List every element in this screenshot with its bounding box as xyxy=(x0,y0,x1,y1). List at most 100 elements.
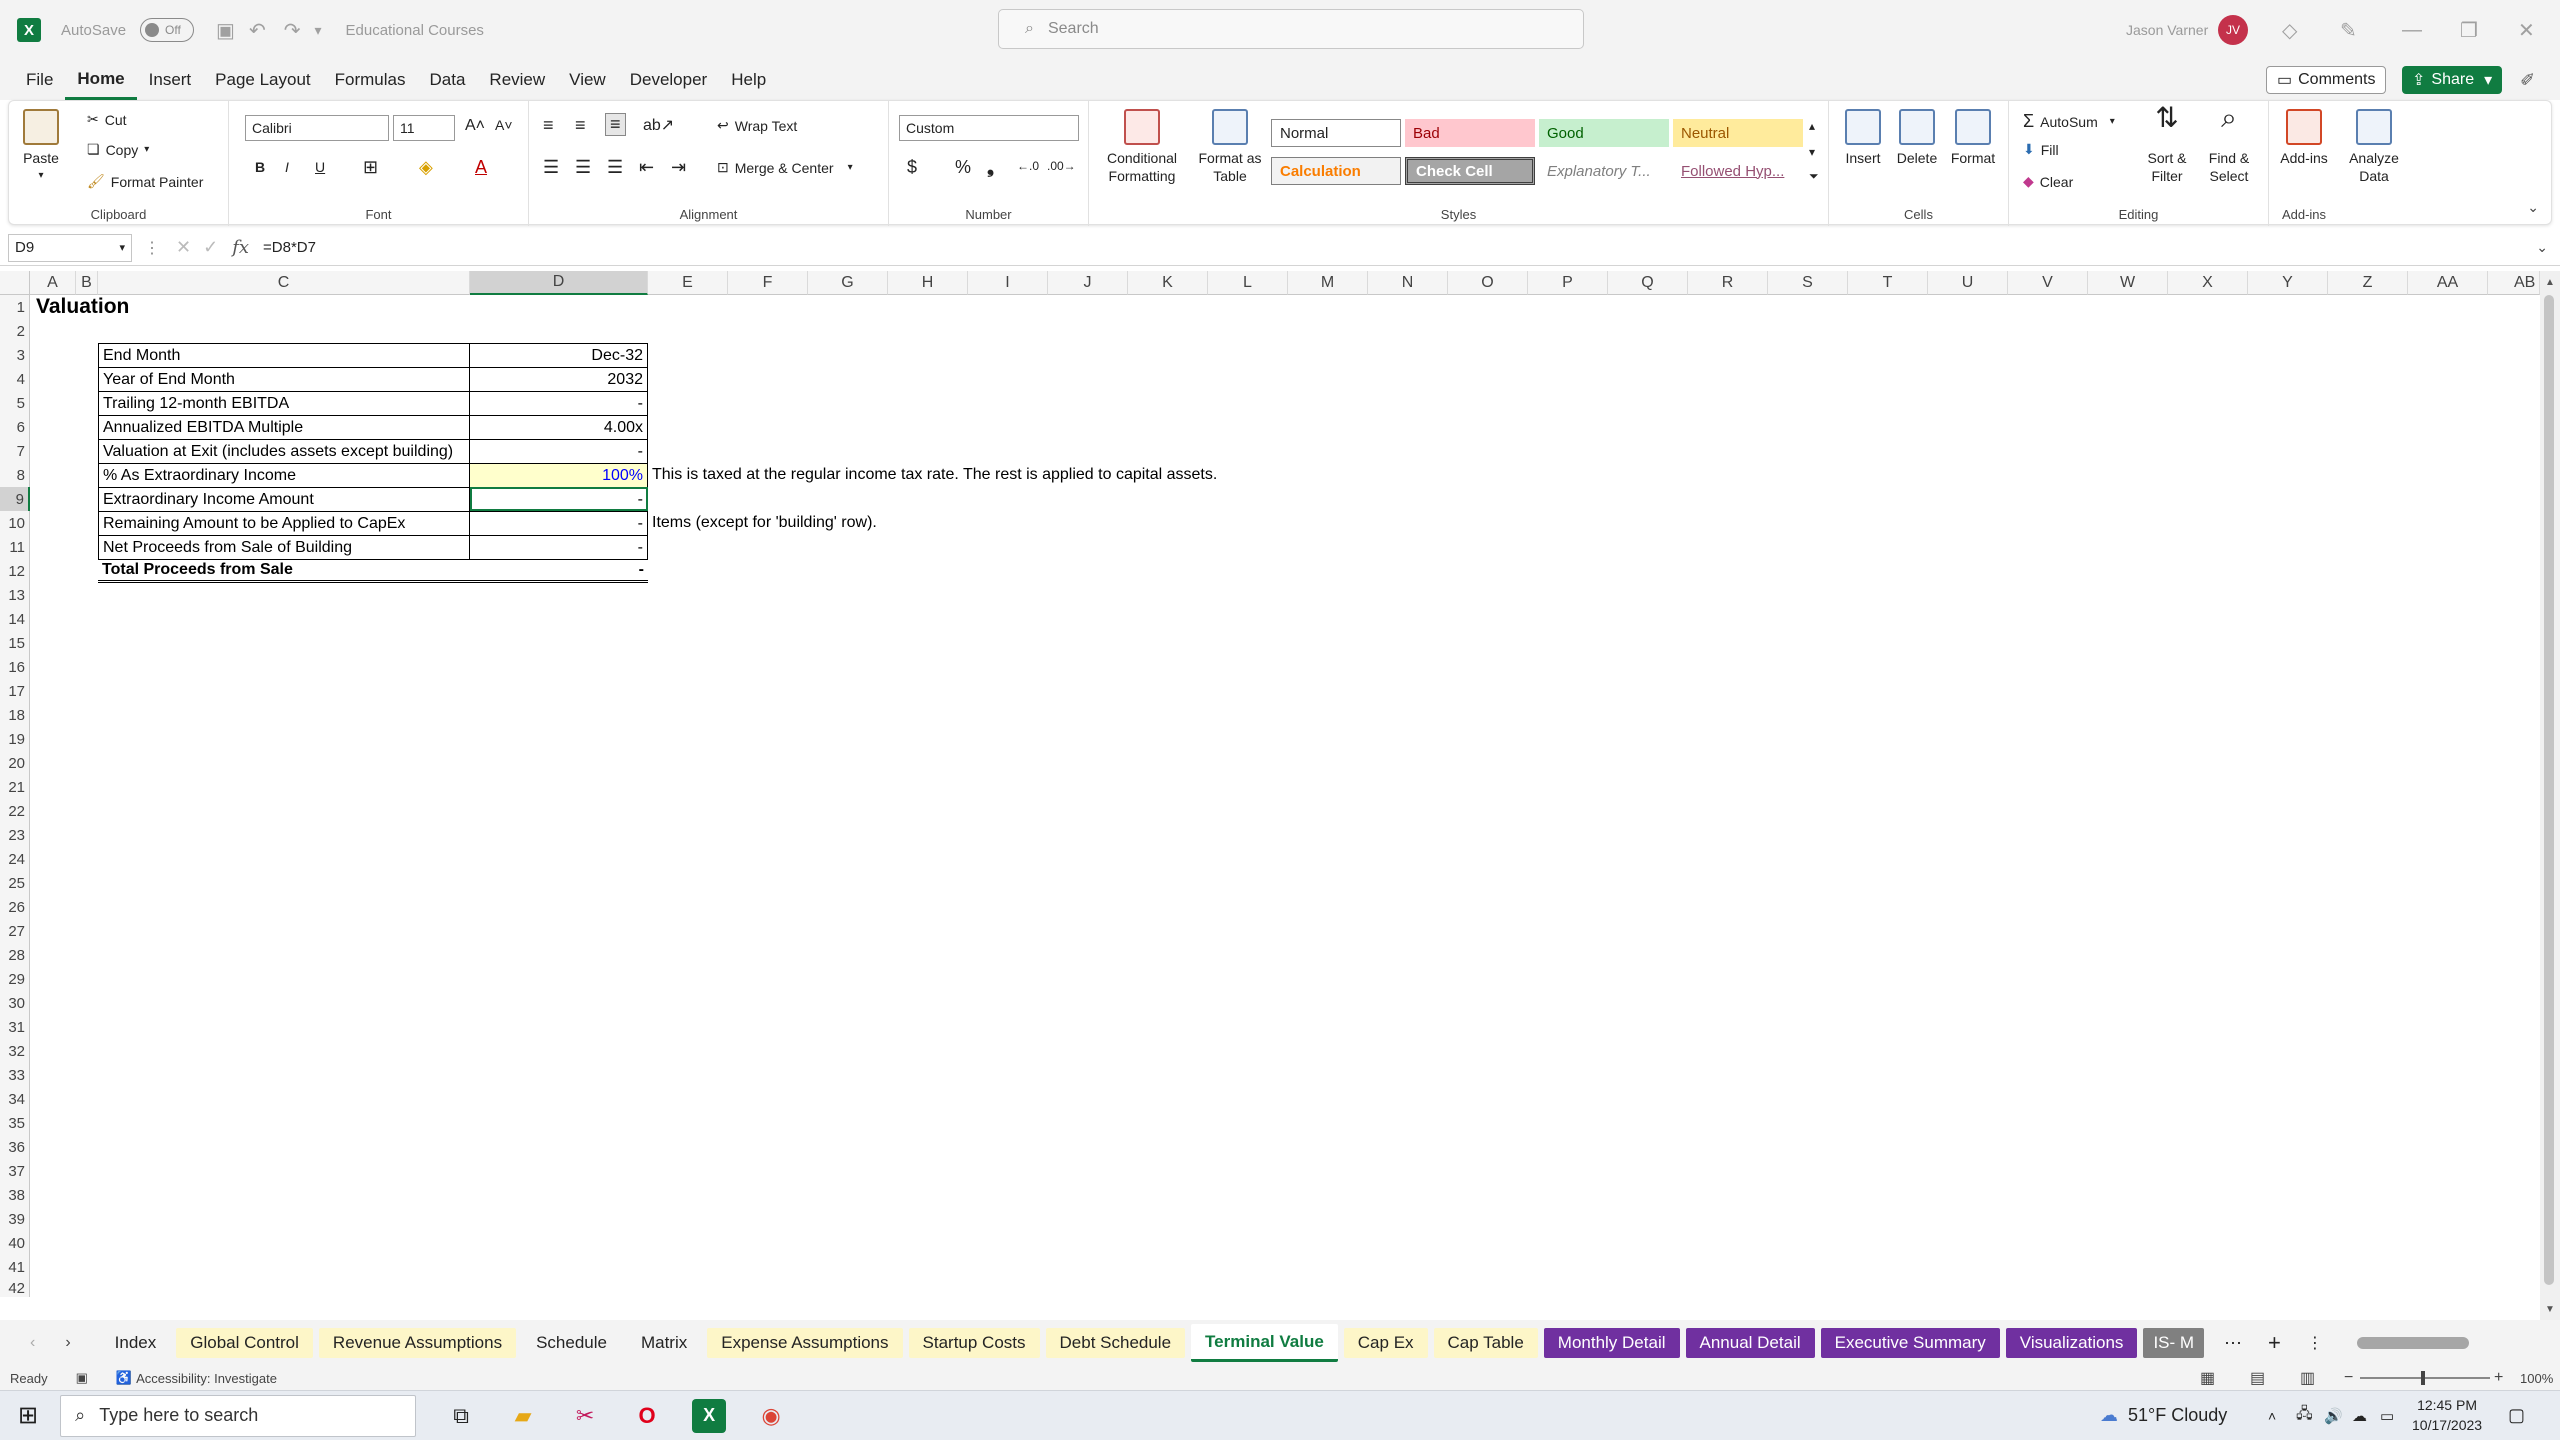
row-header[interactable]: 31 xyxy=(0,1015,30,1039)
snipping-tool-icon[interactable]: ✂ xyxy=(568,1399,602,1433)
table-row-label[interactable]: End Month xyxy=(98,343,470,367)
cut-button[interactable]: ✂ Cut xyxy=(87,111,127,128)
sheet-tab-active[interactable]: Terminal Value xyxy=(1191,1324,1338,1362)
row-header[interactable]: 3 xyxy=(0,343,30,367)
font-color-icon[interactable]: A xyxy=(475,157,487,178)
row-header[interactable]: 39 xyxy=(0,1207,30,1231)
style-explanatory[interactable]: Explanatory T... xyxy=(1539,157,1669,185)
zoom-slider[interactable] xyxy=(2360,1371,2490,1385)
column-header[interactable]: AA xyxy=(2408,271,2488,295)
sheet-tab[interactable]: Revenue Assumptions xyxy=(318,1328,517,1358)
column-header[interactable]: H xyxy=(888,271,968,295)
menu-insert[interactable]: Insert xyxy=(137,60,204,100)
row-header[interactable]: 12 xyxy=(0,559,30,583)
style-calculation[interactable]: Calculation xyxy=(1271,157,1401,185)
name-box[interactable]: D9 ▾ xyxy=(8,233,132,262)
diamond-icon[interactable]: ◇ xyxy=(2282,18,2297,43)
column-header[interactable]: A xyxy=(30,271,76,295)
tab-scroll-left-icon[interactable]: ‹ xyxy=(30,1334,35,1352)
row-header[interactable]: 20 xyxy=(0,751,30,775)
orientation-icon[interactable]: ab↗ xyxy=(643,115,674,135)
format-painter-button[interactable]: 🖌 Format Painter xyxy=(87,173,203,190)
row-header[interactable]: 23 xyxy=(0,823,30,847)
row-header[interactable]: 28 xyxy=(0,943,30,967)
row-header[interactable]: 10 xyxy=(0,511,30,535)
row-header[interactable]: 24 xyxy=(0,847,30,871)
row-header[interactable]: 25 xyxy=(0,871,30,895)
row-header[interactable]: 22 xyxy=(0,799,30,823)
currency-icon[interactable]: $ xyxy=(907,157,917,178)
percent-icon[interactable]: % xyxy=(955,157,971,178)
windows-start-icon[interactable]: ⊞ xyxy=(18,1401,38,1430)
search-box[interactable]: ⌕ Search xyxy=(998,9,1584,49)
table-row-label[interactable]: Extraordinary Income Amount xyxy=(98,487,470,511)
column-header[interactable]: L xyxy=(1208,271,1288,295)
row-header[interactable]: 7 xyxy=(0,439,30,463)
align-right-icon[interactable]: ☰ xyxy=(607,157,623,178)
sheet-options-icon[interactable]: ⋮ xyxy=(2307,1333,2323,1353)
show-hidden-icons-icon[interactable]: ˄ xyxy=(2268,1408,2276,1424)
style-neutral[interactable]: Neutral xyxy=(1673,119,1803,147)
decrease-font-icon[interactable]: A˅ xyxy=(495,117,513,133)
style-followed-hyperlink[interactable]: Followed Hyp... xyxy=(1673,157,1803,185)
formula-input[interactable]: =D8*D7 xyxy=(263,239,316,256)
sort-filter-button[interactable]: ⇅ Sort & Filter xyxy=(2139,104,2195,185)
ribbon-mode-icon[interactable]: ✐ xyxy=(2520,70,2535,91)
selected-cell-d9[interactable]: - xyxy=(470,487,648,511)
macro-record-icon[interactable]: ▣ xyxy=(76,1370,88,1386)
row-header[interactable]: 18 xyxy=(0,703,30,727)
insert-cells-button[interactable]: Insert xyxy=(1837,109,1889,167)
row-header[interactable]: 16 xyxy=(0,655,30,679)
table-row-value[interactable]: Dec-32 xyxy=(470,343,648,367)
wrap-text-button[interactable]: ↩ Wrap Text xyxy=(717,117,797,134)
menu-data[interactable]: Data xyxy=(418,60,478,100)
volume-icon[interactable]: 🔊 xyxy=(2324,1407,2343,1425)
menu-formulas[interactable]: Formulas xyxy=(323,60,418,100)
row-header[interactable]: 42 xyxy=(0,1279,30,1297)
borders-icon[interactable]: ⊞ xyxy=(363,157,378,178)
bold-icon[interactable]: B xyxy=(255,159,265,175)
cell-note[interactable]: This is taxed at the regular income tax … xyxy=(652,463,1217,487)
table-row-label[interactable]: Trailing 12-month EBITDA xyxy=(98,391,470,415)
row-header[interactable]: 35 xyxy=(0,1111,30,1135)
onedrive-icon[interactable]: ☁ xyxy=(2352,1407,2367,1425)
table-row-label[interactable]: Year of End Month xyxy=(98,367,470,391)
table-row-label[interactable]: Valuation at Exit (includes assets excep… xyxy=(98,439,470,463)
format-cells-button[interactable]: Format xyxy=(1945,109,2001,167)
row-header[interactable]: 34 xyxy=(0,1087,30,1111)
autosave-toggle[interactable]: Off xyxy=(140,18,195,42)
sheet-tab[interactable]: Cap Table xyxy=(1433,1328,1538,1358)
weather-widget[interactable]: ☁ 51°F Cloudy xyxy=(2100,1405,2227,1426)
table-row-label[interactable]: Net Proceeds from Sale of Building xyxy=(98,535,470,559)
sheet-tab[interactable]: Annual Detail xyxy=(1685,1328,1815,1358)
row-header[interactable]: 4 xyxy=(0,367,30,391)
sheet-tab[interactable]: Debt Schedule xyxy=(1045,1328,1186,1358)
column-header[interactable]: B xyxy=(76,271,98,295)
table-row-value[interactable]: - xyxy=(470,535,648,559)
comments-button[interactable]: ▭ Comments xyxy=(2266,66,2387,94)
styles-more-icon[interactable]: ⏷ xyxy=(1809,169,1819,184)
table-row-label[interactable]: Annualized EBITDA Multiple xyxy=(98,415,470,439)
decrease-decimal-icon[interactable]: .00→ xyxy=(1047,159,1076,173)
column-header[interactable]: O xyxy=(1448,271,1528,295)
sheet-tab[interactable]: Global Control xyxy=(176,1328,313,1358)
comma-style-icon[interactable]: ❟ xyxy=(987,157,994,178)
menu-file[interactable]: File xyxy=(14,60,65,100)
row-header[interactable]: 9 xyxy=(0,487,30,511)
sheet-tab[interactable]: IS- M xyxy=(2143,1328,2205,1358)
column-header[interactable]: I xyxy=(968,271,1048,295)
copy-button[interactable]: ❏ Copy ▾ xyxy=(87,141,149,158)
undo-icon[interactable]: ↶ xyxy=(249,18,266,43)
conditional-formatting-button[interactable]: Conditional Formatting xyxy=(1097,109,1187,185)
fill-color-icon[interactable]: ◈ xyxy=(419,157,433,178)
opera-browser-icon[interactable]: O xyxy=(630,1399,664,1433)
row-header[interactable]: 17 xyxy=(0,679,30,703)
row-header[interactable]: 37 xyxy=(0,1159,30,1183)
minimize-icon[interactable]: — xyxy=(2402,19,2422,42)
close-icon[interactable]: ✕ xyxy=(2518,18,2535,43)
align-middle-icon[interactable]: ≡ xyxy=(575,115,586,136)
table-row-label[interactable]: Remaining Amount to be Applied to CapEx xyxy=(98,511,470,535)
avatar[interactable]: JV xyxy=(2218,15,2248,45)
number-format-dropdown[interactable]: Custom xyxy=(899,115,1079,141)
format-as-table-button[interactable]: Format as Table xyxy=(1193,109,1267,185)
